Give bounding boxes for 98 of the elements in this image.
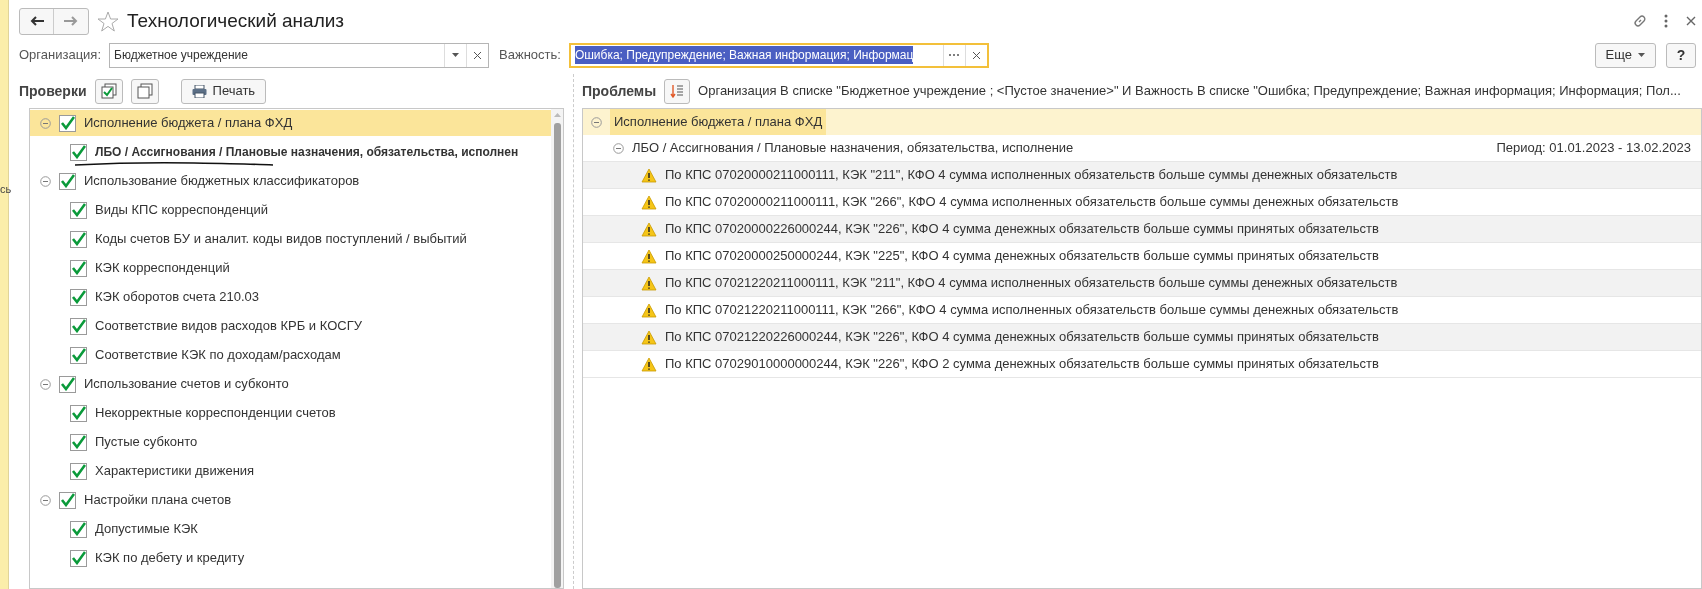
warning-icon (641, 302, 657, 318)
collapse-icon[interactable] (40, 117, 51, 129)
tree-label[interactable]: Некорректные корреспонденции счетов (95, 403, 336, 423)
warning-icon (641, 194, 657, 210)
star-icon[interactable] (97, 10, 119, 32)
group-label: Исполнение бюджета / плана ФХД (610, 109, 827, 135)
checkbox[interactable] (70, 201, 87, 219)
checkbox[interactable] (70, 346, 87, 364)
tree-label[interactable]: Пустые субконто (95, 432, 198, 452)
help-button[interactable]: ? (1666, 42, 1696, 68)
tree-label[interactable]: Допустимые КЭК (95, 519, 198, 539)
filter-text: Организация В списке "Бюджетное учреждение ; <Пустое значение>" И Важность В списке "Ошибка; Предупреждение; Важная информация; Информация; Пол... (698, 82, 1681, 101)
problem-text: По КПС 07020000211000111, КЭК "211", КФО 4 сумма исполненных обязательств больше суммы денежных обязательств (665, 166, 1398, 185)
checkbox[interactable] (70, 259, 87, 277)
checkbox[interactable] (59, 114, 76, 132)
field-label: Организация: (19, 46, 102, 65)
warning-icon (641, 329, 657, 345)
checkbox[interactable] (70, 317, 87, 335)
scrollbar[interactable] (551, 109, 563, 588)
tree-label[interactable]: ЛБО / Ассигнования / Плановые назначения, обязательства, исполнен (95, 143, 519, 161)
check-all-button[interactable] (94, 78, 123, 104)
caret-icon (452, 53, 460, 57)
tree-row[interactable]: Исполнение бюджета / плана ФХД (30, 110, 551, 136)
tree-label[interactable]: КЭК корреспонденций (95, 258, 230, 278)
warning-icon (641, 356, 657, 372)
tree-row[interactable]: Использование бюджетных классификаторов (30, 168, 551, 194)
tree-label: Использование счетов и субконто (84, 375, 289, 394)
panel-title: Проблемы (582, 81, 657, 101)
sort-button[interactable] (664, 78, 691, 104)
tree-row[interactable]: Настройки плана счетов (30, 487, 551, 513)
problem-text: По КПС 07021220226000244, КЭК "226", КФО 4 сумма денежных обязательств больше суммы принятых обязательств (665, 328, 1379, 347)
input-field[interactable]: Ошибка; Предупреждение; Важная информация; Информац (568, 42, 989, 68)
checkbox[interactable] (70, 462, 87, 480)
caret-icon (553, 113, 561, 117)
uncheck-all-button[interactable] (130, 78, 159, 104)
problem-text: По КПС 07021220211000111, КЭК "211", КФО 4 сумма исполненных обязательств больше суммы денежных обязательств (665, 274, 1398, 293)
tree-label: Использование бюджетных классификаторов (84, 172, 360, 191)
side-text: сь (0, 182, 12, 197)
problem-text: По КПС 07029010000000244, КЭК "226", КФО 2 сумма денежных обязательств больше суммы принятых обязательств (665, 355, 1379, 374)
print-button[interactable]: Печать (180, 78, 267, 104)
more-button[interactable]: Еще (1594, 42, 1656, 68)
window-title: Технологический анализ (127, 8, 345, 33)
tree-label[interactable]: КЭК по дебету и кредиту (95, 548, 245, 568)
more-icon[interactable] (1664, 14, 1668, 28)
squares-icon (136, 83, 153, 99)
tree-label[interactable]: Коды счетов БУ и аналит. коды видов поступлений / выбытий (95, 229, 467, 249)
field-value: Бюджетное учреждение (114, 47, 248, 64)
collapse-icon[interactable] (591, 116, 602, 128)
checkbox[interactable] (70, 288, 87, 306)
tree-label: Настройки плана счетов (84, 491, 232, 510)
tree-label[interactable]: КЭК оборотов счета 210.03 (95, 287, 260, 307)
problem-row[interactable]: По КПС 07021220226000244, КЭК "226", КФО 4 сумма денежных обязательств больше суммы принятых обязательств (583, 324, 1701, 351)
warning-icon (641, 221, 657, 237)
collapse-icon[interactable] (40, 378, 51, 390)
checkbox[interactable] (59, 172, 76, 190)
problem-row[interactable]: По КПС 07020000226000244, КЭК "226", КФО 4 сумма денежных обязательств больше суммы принятых обязательств (583, 216, 1701, 243)
checkbox[interactable] (59, 375, 76, 393)
checkboxes-icon (100, 83, 117, 99)
checkbox[interactable] (70, 433, 87, 451)
checkbox[interactable] (70, 230, 87, 248)
collapse-icon[interactable] (613, 142, 624, 154)
link-icon[interactable] (1632, 13, 1648, 29)
checkbox[interactable] (59, 491, 76, 509)
close-icon (474, 51, 482, 59)
field-label: Важность: (499, 46, 561, 65)
caret-icon (1638, 53, 1645, 57)
warning-icon (641, 167, 657, 183)
warning-icon (641, 275, 657, 291)
problem-text: По КПС 07021220211000111, КЭК "266", КФО 4 сумма исполненных обязательств больше суммы денежных обязательств (665, 301, 1399, 320)
collapse-icon[interactable] (40, 494, 51, 506)
problem-text: По КПС 07020000226000244, КЭК "226", КФО 4 сумма денежных обязательств больше суммы принятых обязательств (665, 220, 1379, 239)
arrow-left-icon (29, 16, 44, 26)
tree-label[interactable]: Характеристики движения (95, 461, 255, 481)
close-icon[interactable] (1686, 16, 1696, 26)
problem-text: По КПС 07020000250000244, КЭК "225", КФО 4 сумма денежных обязательств больше суммы принятых обязательств (665, 247, 1379, 266)
field-value: Ошибка; Предупреждение; Важная информация; Информац (574, 46, 914, 64)
collapse-icon[interactable] (40, 175, 51, 187)
printer-icon (191, 84, 207, 98)
tree-label[interactable]: Соответствие видов расходов КРБ и КОСГУ (95, 316, 362, 336)
checkbox[interactable] (70, 143, 87, 161)
tree-label: Исполнение бюджета / плана ФХД (84, 114, 293, 133)
input-field[interactable]: Бюджетное учреждение (109, 42, 490, 68)
checkbox[interactable] (70, 520, 87, 538)
tree-label[interactable]: Соответствие КЭК по доходам/расходам (95, 345, 341, 365)
sort-icon (670, 84, 685, 98)
panel-title: Проверки (19, 81, 87, 101)
checkbox[interactable] (70, 404, 87, 422)
tree-row[interactable]: Использование счетов и субконто (30, 371, 551, 397)
problem-row[interactable]: По КПС 07021220211000111, КЭК "211", КФО 4 сумма исполненных обязательств больше суммы денежных обязательств (583, 270, 1701, 297)
period-text: Период: 01.01.2023 - 13.02.2023 (1496, 139, 1691, 158)
arrow-right-icon (64, 16, 78, 26)
close-icon (972, 51, 980, 59)
warning-icon (641, 248, 657, 264)
problem-text: По КПС 07020000211000111, КЭК "266", КФО 4 сумма исполненных обязательств больше суммы денежных обязательств (665, 193, 1399, 212)
checkbox[interactable] (70, 549, 87, 567)
tree-label[interactable]: Виды КПС корреспонденций (95, 200, 269, 220)
subgroup-label: ЛБО / Ассигнования / Плановые назначения, обязательства, исполнение (632, 139, 1074, 158)
problem-row[interactable]: По КПС 07020000211000111, КЭК "211", КФО 4 сумма исполненных обязательств больше суммы денежных обязательств (583, 162, 1701, 189)
